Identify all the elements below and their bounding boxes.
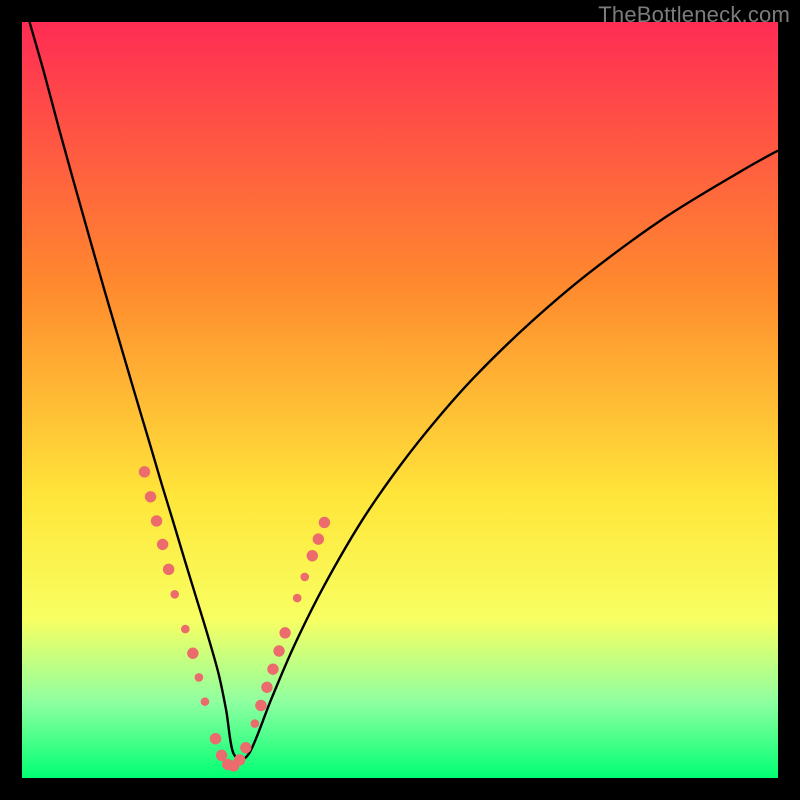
data-marker <box>171 590 179 598</box>
gradient-background <box>22 22 778 778</box>
data-marker <box>241 743 251 753</box>
watermark-text: TheBottleneck.com <box>598 2 790 28</box>
data-marker <box>319 517 329 527</box>
data-marker <box>280 628 290 638</box>
data-marker <box>195 674 203 682</box>
data-marker <box>313 534 323 544</box>
data-marker <box>251 720 259 728</box>
data-marker <box>235 755 245 765</box>
data-marker <box>274 646 284 656</box>
data-marker <box>163 564 173 574</box>
data-marker <box>188 648 198 658</box>
data-marker <box>210 733 220 743</box>
data-marker <box>256 700 266 710</box>
data-marker <box>301 573 309 581</box>
data-marker <box>268 664 278 674</box>
data-marker <box>157 539 167 549</box>
data-marker <box>139 467 149 477</box>
plot-area <box>22 22 778 778</box>
data-marker <box>293 594 301 602</box>
bottleneck-chart <box>22 22 778 778</box>
data-marker <box>201 698 209 706</box>
data-marker <box>262 682 272 692</box>
data-marker <box>145 492 155 502</box>
data-marker <box>307 551 317 561</box>
data-marker <box>182 625 190 633</box>
data-marker <box>216 750 226 760</box>
data-marker <box>151 516 161 526</box>
